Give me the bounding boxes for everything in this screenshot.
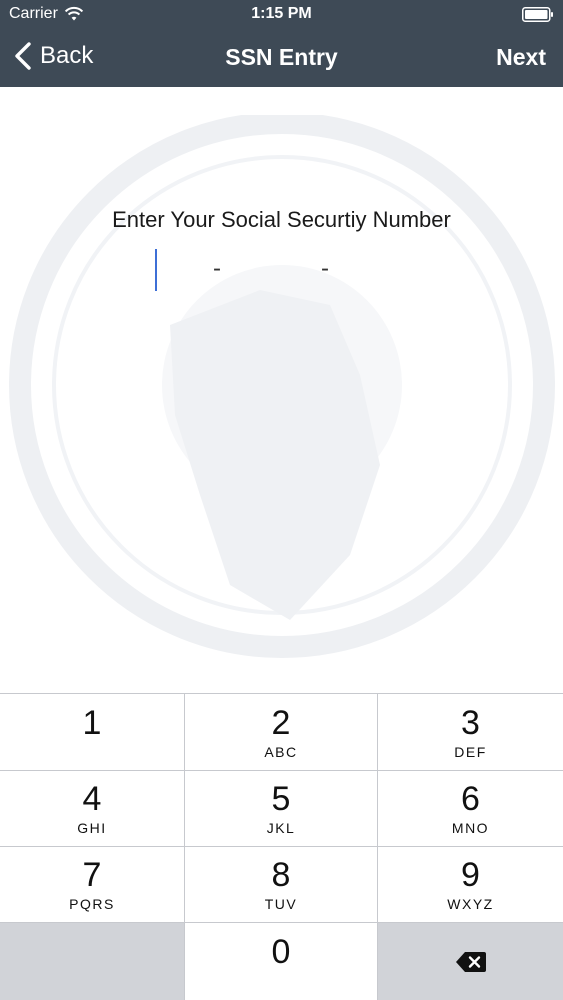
key-digit: 0	[271, 933, 291, 971]
key-letters: ABC	[264, 743, 298, 760]
content-area: Enter Your Social Securtiy Number - -	[0, 87, 563, 693]
status-time: 1:15 PM	[251, 5, 312, 22]
next-button[interactable]: Next	[496, 44, 546, 71]
key-digit: 3	[461, 703, 480, 742]
delete-icon	[455, 951, 486, 972]
key-9[interactable]: 9 WXYZ	[378, 847, 563, 922]
key-letters: JKL	[266, 820, 296, 836]
key-6[interactable]: 6 MNO	[378, 771, 563, 846]
navigation-bar: Back SSN Entry Next	[0, 30, 563, 87]
key-letters: PQRS	[69, 896, 115, 912]
key-3[interactable]: 3 DEF	[378, 694, 563, 770]
key-letters: WXYZ	[447, 896, 494, 912]
key-7[interactable]: 7 PQRS	[0, 847, 184, 922]
top-bar: Carrier 1:15 PM Back SSN Entry Next	[0, 0, 563, 87]
key-5[interactable]: 5 JKL	[185, 771, 377, 846]
seal-watermark	[9, 115, 555, 658]
key-4[interactable]: 4 GHI	[0, 771, 184, 846]
ssn-separator-2: -	[321, 255, 329, 282]
ssn-separator-1: -	[213, 255, 221, 282]
key-0[interactable]: 0	[185, 923, 377, 1000]
key-blank	[0, 923, 184, 1000]
key-1[interactable]: 1	[0, 694, 184, 770]
key-digit: 9	[461, 856, 480, 894]
key-letters: DEF	[454, 743, 487, 760]
delete-key[interactable]	[378, 923, 563, 1000]
battery-icon	[522, 7, 553, 22]
key-digit: 7	[82, 856, 102, 894]
key-letters: TUV	[264, 896, 298, 912]
status-bar: Carrier 1:15 PM	[0, 0, 563, 30]
key-digit: 2	[271, 703, 291, 742]
key-8[interactable]: 8 TUV	[185, 847, 377, 922]
key-digit: 4	[82, 780, 102, 818]
key-digit: 5	[271, 780, 291, 818]
page-title: SSN Entry	[225, 44, 338, 70]
key-letters: MNO	[451, 820, 490, 836]
numeric-keypad: 1 2 ABC 3 DEF 4 GHI 5 JKL 6 MNO 7 PQRS 8	[0, 693, 563, 1000]
text-cursor	[155, 249, 157, 291]
ssn-input[interactable]: - -	[153, 247, 383, 293]
key-2[interactable]: 2 ABC	[185, 694, 377, 770]
key-digit: 8	[271, 856, 291, 894]
ssn-prompt: Enter Your Social Securtiy Number	[112, 207, 451, 232]
ssn-entry-screen: Carrier 1:15 PM Back SSN Entry Next Ente…	[0, 0, 563, 1000]
key-letters: GHI	[77, 820, 107, 836]
key-digit: 6	[461, 780, 480, 818]
key-digit: 1	[82, 703, 102, 742]
